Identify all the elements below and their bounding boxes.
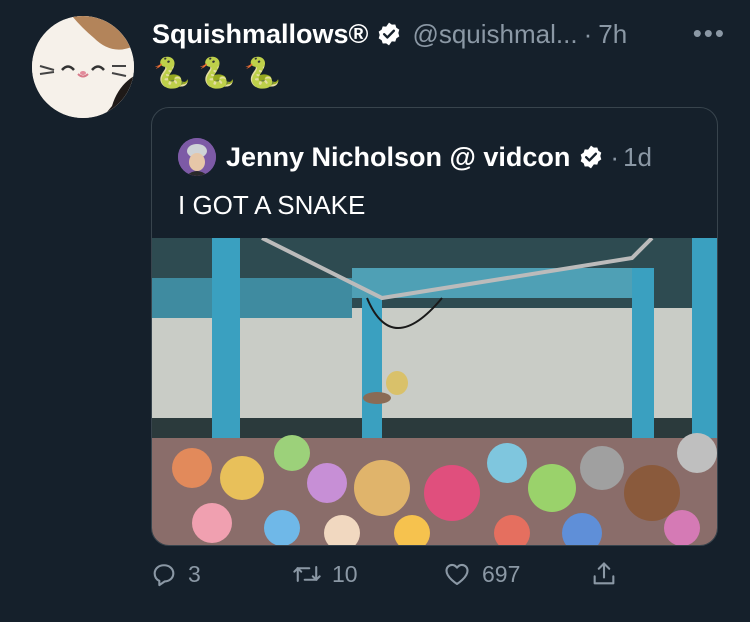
- quoted-author-avatar: [178, 138, 216, 176]
- reply-count: 3: [188, 560, 201, 587]
- quoted-time-separator: ·: [610, 141, 620, 172]
- squishmallow-avatar-icon: [32, 16, 134, 118]
- reply-button[interactable]: 3: [150, 560, 201, 588]
- author-handle[interactable]: @squishmal...: [412, 19, 577, 50]
- tweet-timestamp[interactable]: 7h: [598, 19, 627, 50]
- like-button[interactable]: 697: [442, 560, 520, 588]
- quoted-tweet-photo[interactable]: [152, 236, 717, 545]
- quoted-tweet-card[interactable]: Jenny Nicholson @ vidcon · 1d I GOT A SN…: [151, 107, 718, 546]
- heart-icon: [445, 563, 469, 585]
- more-options-icon[interactable]: •••: [693, 18, 726, 49]
- share-icon: [593, 562, 615, 585]
- retweet-count: 10: [332, 560, 358, 587]
- author-avatar[interactable]: [32, 16, 134, 118]
- tweet-header: Squishmallows® @squishmal... · 7h •••: [152, 16, 726, 52]
- retweet-button[interactable]: 10: [292, 560, 358, 588]
- author-name[interactable]: Squishmallows®: [152, 19, 368, 50]
- retweet-icon: [293, 566, 321, 582]
- like-count: 697: [482, 560, 521, 587]
- time-separator: ·: [583, 18, 593, 49]
- quoted-tweet-header: Jenny Nicholson @ vidcon · 1d: [178, 138, 652, 176]
- share-button[interactable]: [590, 560, 618, 588]
- reply-icon: [153, 564, 175, 587]
- verified-badge-icon: [578, 144, 604, 170]
- quoted-tweet-text: I GOT A SNAKE: [178, 190, 366, 220]
- verified-badge-icon: [376, 21, 402, 47]
- quoted-timestamp[interactable]: 1d: [623, 142, 652, 173]
- jenny-avatar-icon: [178, 138, 216, 176]
- quoted-author-name[interactable]: Jenny Nicholson @ vidcon: [226, 142, 570, 173]
- tweet-text: 🐍🐍🐍: [153, 57, 290, 90]
- ball-pit-photo-icon: [152, 236, 717, 545]
- tweet-actions: 3 10 697: [150, 560, 620, 600]
